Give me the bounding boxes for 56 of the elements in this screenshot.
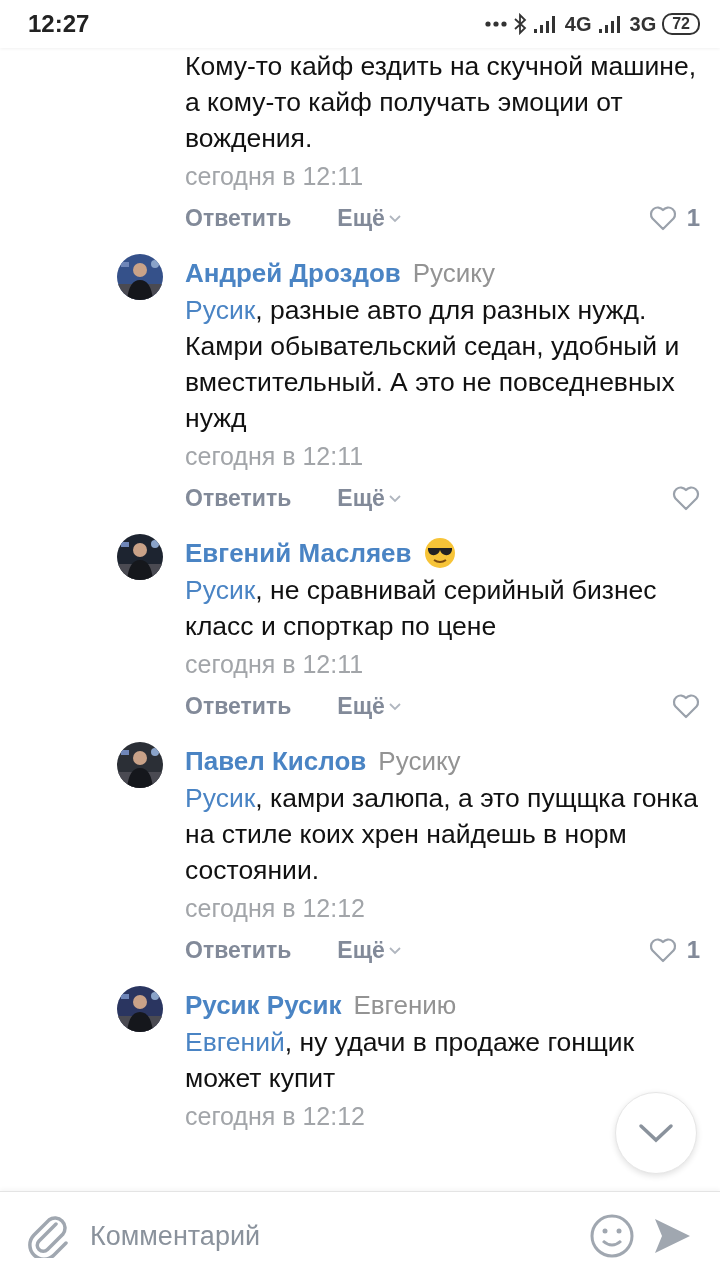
more-button[interactable]: Ещё	[337, 936, 402, 964]
heart-icon	[648, 205, 677, 231]
comment-text: Евгений, ну удачи в продаже гонщик может купит	[185, 1026, 636, 1095]
comment-text: Русик, не сравнивай серийный бизнес класс и спорткар по цене	[185, 574, 658, 643]
send-button[interactable]	[652, 1216, 692, 1256]
like-button[interactable]: 1	[648, 936, 700, 964]
reply-to-name: Русику	[412, 257, 496, 289]
author-name[interactable]: Русик Русик	[185, 989, 342, 1021]
like-button[interactable]: 1	[648, 204, 700, 232]
heart-icon	[672, 693, 700, 719]
scroll-down-button[interactable]	[615, 1092, 697, 1174]
author-name[interactable]: Андрей Дроздов	[185, 257, 401, 289]
mention-link[interactable]: Русик	[185, 295, 256, 325]
more-button[interactable]: Ещё	[337, 204, 402, 232]
paperclip-icon	[28, 1214, 70, 1258]
comment-date: сегодня в 12:11	[185, 649, 364, 680]
attach-button[interactable]	[28, 1214, 70, 1258]
battery-level: 72	[662, 13, 700, 35]
mention-link[interactable]: Русик	[185, 783, 256, 813]
mention-link[interactable]: Русик	[185, 575, 256, 605]
chevron-down-icon	[387, 945, 402, 955]
comment-date: сегодня в 12:12	[185, 1101, 365, 1132]
reply-to-name: Русику	[378, 745, 461, 777]
reply-button[interactable]: Ответить	[185, 484, 292, 512]
chevron-down-icon	[387, 213, 402, 223]
like-button[interactable]	[672, 485, 700, 511]
comment-text: Русик, камри залюпа, а это пущщка гонка на стиле коих хрен найдешь в норм состоянии.	[185, 782, 699, 887]
bluetooth-icon	[512, 13, 527, 35]
reply-button[interactable]: Ответить	[185, 936, 292, 964]
chevron-down-icon	[387, 701, 402, 711]
heart-icon	[648, 937, 677, 963]
comment-input[interactable]: Комментарий	[88, 1219, 572, 1253]
heart-icon	[672, 485, 700, 511]
like-button[interactable]	[672, 693, 700, 719]
send-icon	[652, 1216, 692, 1256]
comment-date: сегодня в 12:12	[185, 893, 365, 924]
network-type: 3G	[629, 12, 657, 36]
author-name[interactable]: Евгений Масляев	[185, 537, 412, 569]
more-dots-icon	[484, 21, 507, 27]
reply-button[interactable]: Ответить	[185, 204, 292, 232]
comment-text: Кому-то кайф ездить на скучной машине, а кому-то кайф получать эмоции от вождения.	[185, 50, 698, 155]
comment-date: сегодня в 12:11	[185, 161, 364, 192]
comment-text: Русик, разные авто для разных нужд. Камри обывательский седан, удобный и вместительный. А это не повседневных нужд	[185, 294, 681, 435]
status-time: 12:27	[28, 10, 90, 38]
reply-button[interactable]: Ответить	[185, 692, 292, 720]
more-button[interactable]: Ещё	[337, 692, 402, 720]
author-name[interactable]: Павел Кислов	[185, 745, 367, 777]
emoji-button[interactable]	[590, 1214, 634, 1258]
smiley-icon	[590, 1214, 634, 1258]
more-button[interactable]: Ещё	[337, 484, 402, 512]
reply-to-name: Евгению	[353, 989, 457, 1021]
comment-date: сегодня в 12:11	[185, 441, 364, 472]
chevron-down-icon	[387, 493, 402, 503]
chevron-down-icon	[638, 1123, 674, 1143]
mention-link[interactable]: Евгений	[185, 1027, 285, 1057]
network-type: 4G	[564, 12, 592, 36]
